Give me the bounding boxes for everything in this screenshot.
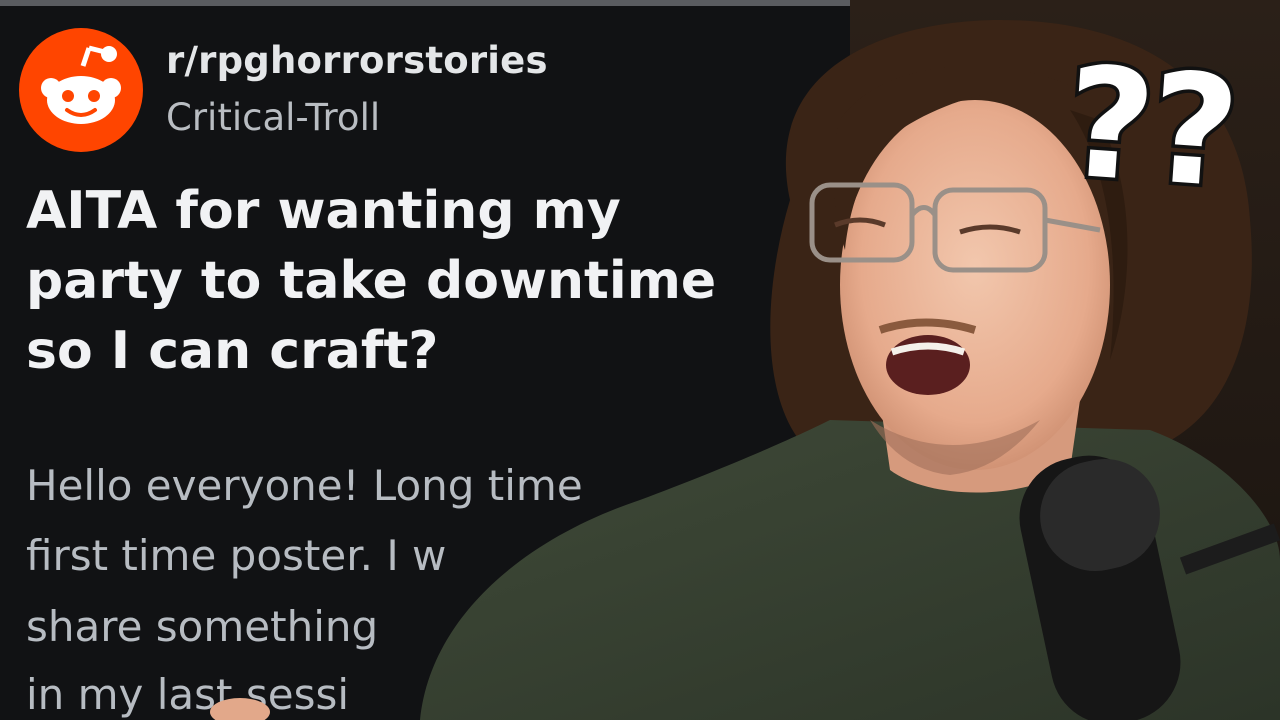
question-marks: ?? <box>1057 30 1244 225</box>
hand <box>210 698 270 720</box>
